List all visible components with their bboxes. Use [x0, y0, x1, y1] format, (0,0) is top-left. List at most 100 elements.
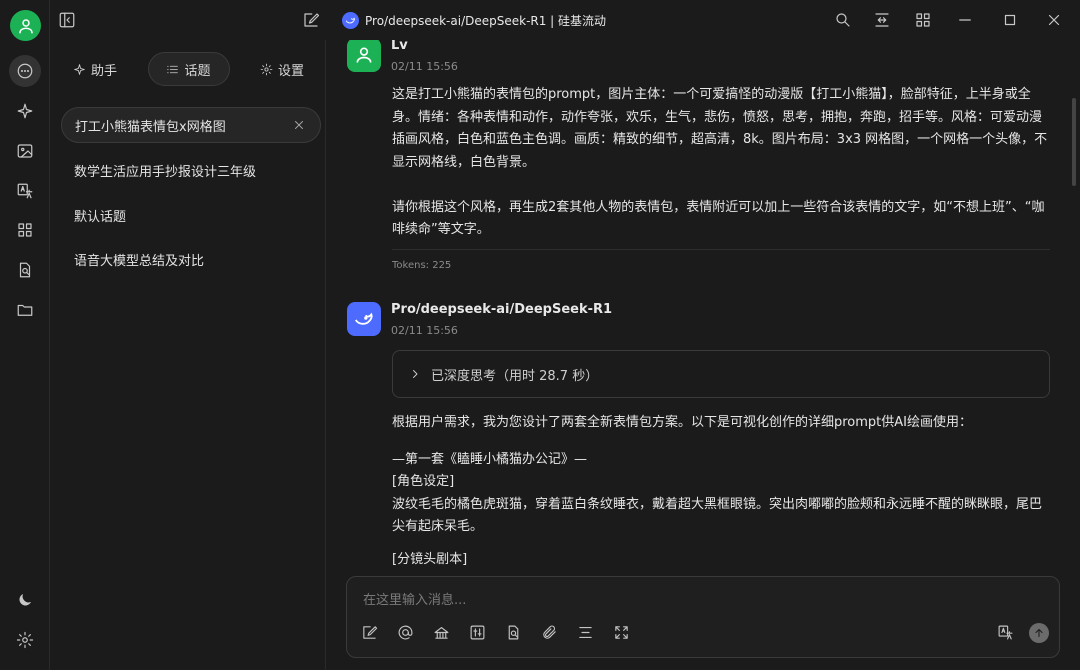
- image-icon: [17, 144, 33, 158]
- thinking-label: 已深度思考（用时 28.7 秒）: [431, 368, 599, 384]
- tab-settings[interactable]: 设置: [248, 52, 316, 86]
- minimize-button[interactable]: [956, 11, 974, 29]
- user-message-body: 这是打工小熊猫的表情包的prompt，图片主体：一个可爱搞怪的动漫版【打工小熊猫…: [392, 84, 1052, 242]
- topic-item[interactable]: 默认话题: [61, 197, 321, 233]
- apps-icon: [18, 223, 32, 237]
- close-icon: [1048, 14, 1060, 26]
- thinking-toggle[interactable]: 已深度思考（用时 28.7 秒）: [392, 350, 1050, 398]
- topics-panel: 助手 话题 设置 打工小熊猫表情包x网格图 数学生活应用手抄报设计三年级 默认话…: [51, 40, 326, 670]
- tab-topics-label: 话题: [184, 63, 211, 79]
- chat-icon: [17, 63, 33, 79]
- file-search-icon: [19, 262, 31, 278]
- maximize-icon: [1004, 14, 1016, 26]
- topic-item[interactable]: 语音大模型总结及对比: [61, 241, 321, 277]
- theme-toggle-button[interactable]: [9, 584, 41, 616]
- sparkle-icon: [74, 63, 85, 75]
- message-input-placeholder[interactable]: 在这里输入消息...: [363, 589, 466, 608]
- rail-knowledge-button[interactable]: [9, 254, 41, 286]
- user-icon: [356, 47, 372, 63]
- app-window: Pro/deepseek-ai/DeepSeek-R1 | 硅基流动 助手 话题…: [0, 0, 1080, 670]
- message-divider: [392, 249, 1050, 250]
- topic-item-label: 数学生活应用手抄报设计三年级: [74, 164, 257, 180]
- message-paragraph: 请你根据这个风格，再生成2套其他人物的表情包，表情附近可以加上一些符合该表情的文…: [392, 199, 1045, 238]
- attachment-icon[interactable]: [541, 624, 558, 641]
- chevron-right-icon: [413, 370, 418, 378]
- translate-icon: [998, 625, 1013, 640]
- search-button[interactable]: [834, 11, 852, 29]
- rail-translate-button[interactable]: [9, 175, 41, 207]
- sidebar-collapse-icon: [59, 12, 75, 28]
- search-icon: [836, 13, 850, 27]
- input-toolbar: [361, 624, 630, 644]
- title-bar: Pro/deepseek-ai/DeepSeek-R1 | 硅基流动: [50, 0, 1080, 40]
- tab-topics[interactable]: 话题: [147, 52, 230, 86]
- maximize-button[interactable]: [1001, 11, 1019, 29]
- web-search-icon[interactable]: [433, 624, 450, 641]
- rail-files-button[interactable]: [9, 294, 41, 326]
- sparkle-icon: [17, 103, 33, 119]
- topic-item-active[interactable]: 打工小熊猫表情包x网格图: [61, 107, 321, 143]
- sliders-icon[interactable]: [469, 624, 486, 641]
- translate-input-button[interactable]: [997, 624, 1014, 641]
- mini-apps-button[interactable]: [914, 11, 932, 29]
- model-title: Pro/deepseek-ai/DeepSeek-R1 | 硅基流动: [365, 13, 607, 28]
- message-line: —第一套《瞌睡小橘猫办公记》—: [392, 451, 588, 467]
- grid-icon: [916, 13, 930, 27]
- topic-item-label: 打工小熊猫表情包x网格图: [75, 119, 226, 135]
- rail-chat-button[interactable]: [9, 55, 41, 87]
- model-selector[interactable]: Pro/deepseek-ai/DeepSeek-R1 | 硅基流动: [342, 10, 606, 30]
- message-paragraph: 这是打工小熊猫的表情包的prompt，图片主体：一个可爱搞怪的动漫版【打工小熊猫…: [392, 87, 1048, 170]
- tab-settings-label: 设置: [277, 63, 304, 79]
- avatar-icon: [18, 18, 33, 33]
- assistant-message-avatar: [347, 302, 381, 336]
- settings-gear-icon: [16, 631, 34, 649]
- message-author: Pro/deepseek-ai/DeepSeek-R1: [391, 302, 613, 317]
- deepseek-logo-icon: [342, 11, 359, 29]
- user-avatar[interactable]: [10, 10, 41, 41]
- message-time: 02/11 15:56: [391, 324, 458, 337]
- settings-button[interactable]: [9, 624, 41, 656]
- layout-button[interactable]: [873, 11, 891, 29]
- token-count: Tokens: 225: [392, 260, 452, 271]
- translate-icon: [17, 183, 33, 199]
- send-button[interactable]: [1029, 623, 1049, 643]
- expand-layout-icon: [875, 13, 889, 27]
- message-author: Lv: [391, 40, 408, 53]
- message-line: 波纹毛毛的橘色虎斑猫，穿着蓝白条纹睡衣，戴着超大黑框眼镜。突出肉嘟嘟的脸颊和永远…: [392, 496, 1043, 535]
- topic-item-label: 语音大模型总结及对比: [74, 253, 205, 269]
- edit-icon[interactable]: [361, 624, 378, 641]
- fullscreen-icon[interactable]: [613, 624, 630, 641]
- arrow-up-icon: [1035, 628, 1043, 638]
- file-search-icon[interactable]: [505, 624, 522, 641]
- topic-item[interactable]: 数学生活应用手抄报设计三年级: [61, 152, 321, 188]
- new-topic-button[interactable]: [302, 11, 320, 29]
- panel-tabs: 助手 话题 设置: [61, 52, 316, 86]
- tab-assistant-label: 助手: [91, 63, 118, 79]
- tab-assistant[interactable]: 助手: [61, 52, 129, 86]
- minimize-icon: [959, 19, 971, 21]
- rail-image-button[interactable]: [9, 135, 41, 167]
- edit-icon: [304, 13, 320, 27]
- deepseek-logo-icon: [354, 312, 373, 325]
- list-icon: [167, 65, 179, 73]
- mention-icon[interactable]: [397, 624, 414, 641]
- topic-item-label: 默认话题: [74, 209, 127, 225]
- message-line: [角色设定]: [392, 474, 455, 489]
- message-input-box[interactable]: 在这里输入消息...: [346, 576, 1060, 658]
- message-time: 02/11 15:56: [391, 60, 458, 73]
- close-window-button[interactable]: [1045, 11, 1063, 29]
- rail-apps-button[interactable]: [9, 214, 41, 246]
- clear-context-icon[interactable]: [577, 624, 594, 641]
- moon-icon: [19, 594, 31, 606]
- rail-assistant-button[interactable]: [9, 95, 41, 127]
- close-icon: [295, 121, 303, 129]
- left-rail: [0, 0, 50, 670]
- message-line: 根据用户需求，我为您设计了两套全新表情包方案。以下是可视化创作的详细prompt…: [392, 415, 973, 430]
- assistant-message-body: 根据用户需求，我为您设计了两套全新表情包方案。以下是可视化创作的详细prompt…: [392, 412, 1052, 571]
- user-message-avatar: [347, 40, 381, 72]
- delete-topic-button[interactable]: [292, 118, 306, 132]
- chat-scrollbar[interactable]: [1072, 98, 1076, 186]
- gear-icon: [260, 63, 273, 75]
- message-line: [分镜头剧本]: [392, 551, 468, 567]
- toggle-sidebar-button[interactable]: [58, 11, 76, 29]
